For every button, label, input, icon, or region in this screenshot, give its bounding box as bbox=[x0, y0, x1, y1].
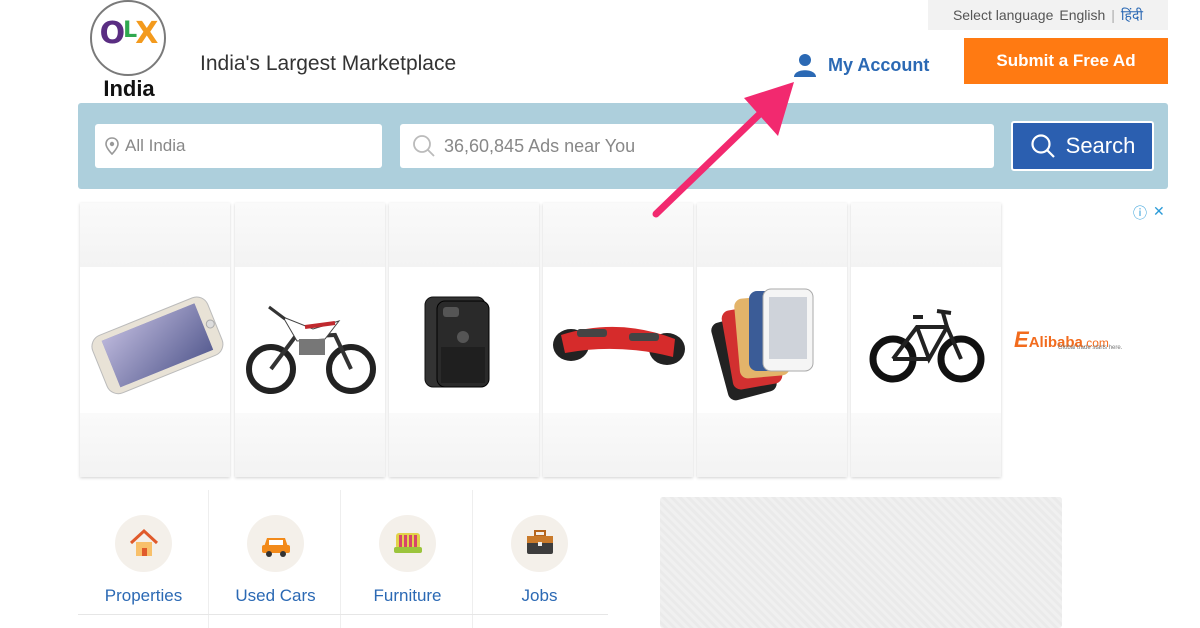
language-option-english[interactable]: English bbox=[1059, 7, 1105, 23]
house-icon bbox=[129, 528, 159, 556]
category-label: Properties bbox=[104, 586, 183, 605]
location-pin-icon bbox=[105, 137, 119, 155]
hoverboard-image bbox=[553, 326, 685, 365]
location-placeholder: All India bbox=[125, 136, 186, 155]
phone-covers-image bbox=[711, 288, 814, 401]
category-properties[interactable]: Properties bbox=[78, 490, 209, 628]
ad-tile-phone-case[interactable] bbox=[389, 203, 539, 477]
olx-logo[interactable]: OLX India bbox=[88, 0, 170, 101]
search-button-label: Search bbox=[1065, 133, 1136, 158]
smartphone-image bbox=[91, 296, 224, 395]
language-separator: | bbox=[1111, 7, 1115, 23]
search-placeholder: 36,60,845 Ads near You bbox=[444, 135, 636, 156]
ad-tile-phone-covers[interactable] bbox=[697, 203, 847, 477]
ad-tile-hoverboard[interactable] bbox=[543, 203, 693, 477]
ad-info-icon[interactable]: ⓘ bbox=[1133, 203, 1147, 221]
select-language-label: Select language bbox=[952, 7, 1054, 23]
phone-case-image bbox=[424, 296, 490, 388]
sofa-icon bbox=[394, 533, 422, 553]
my-account-link[interactable]: My Account bbox=[792, 52, 929, 78]
logo-letters: OLX bbox=[99, 16, 159, 51]
search-icon bbox=[1031, 134, 1055, 158]
briefcase-icon bbox=[527, 530, 553, 554]
ad-controls: ⓘ ✕ bbox=[1133, 203, 1171, 221]
category-list: Properties Used Cars Furniture Jobs bbox=[78, 490, 608, 628]
alibaba-logo[interactable]: EAlibaba.com Global trade starts here. bbox=[1014, 327, 1134, 357]
car-icon bbox=[262, 538, 290, 557]
ad-banner: EAlibaba.com Global trade starts here. ⓘ… bbox=[80, 203, 1170, 479]
alibaba-slogan: Global trade starts here. bbox=[1058, 345, 1123, 351]
search-button[interactable]: Search bbox=[1011, 121, 1154, 171]
loading-placeholder bbox=[660, 497, 1062, 628]
ad-close-icon[interactable]: ✕ bbox=[1153, 203, 1165, 221]
language-option-hindi[interactable]: हिंदी bbox=[1121, 6, 1143, 25]
user-icon bbox=[794, 54, 816, 77]
logo-country: India bbox=[103, 76, 155, 101]
search-input[interactable]: 36,60,845 Ads near You bbox=[400, 124, 994, 168]
motorcycle-image bbox=[246, 305, 376, 394]
category-used-cars[interactable]: Used Cars bbox=[210, 490, 341, 628]
search-bar: All India 36,60,845 Ads near You Search bbox=[78, 103, 1168, 189]
category-label: Jobs bbox=[521, 586, 558, 605]
category-jobs[interactable]: Jobs bbox=[474, 490, 605, 628]
search-icon bbox=[413, 135, 435, 157]
submit-free-ad-button[interactable]: Submit a Free Ad bbox=[964, 38, 1168, 84]
category-label: Furniture bbox=[373, 586, 442, 605]
bicycle-image bbox=[869, 309, 985, 383]
location-input[interactable]: All India bbox=[95, 124, 382, 168]
category-furniture[interactable]: Furniture bbox=[342, 490, 473, 628]
ad-tile-smartphone[interactable] bbox=[80, 203, 230, 477]
site-tagline: India's Largest Marketplace bbox=[200, 52, 457, 75]
category-divider bbox=[78, 614, 608, 615]
ad-tile-motorcycle[interactable] bbox=[235, 203, 385, 477]
my-account-label: My Account bbox=[828, 54, 930, 75]
ad-tile-bicycle[interactable] bbox=[851, 203, 1001, 477]
category-label: Used Cars bbox=[235, 586, 316, 605]
language-selector: Select language English | हिंदी bbox=[928, 0, 1168, 30]
